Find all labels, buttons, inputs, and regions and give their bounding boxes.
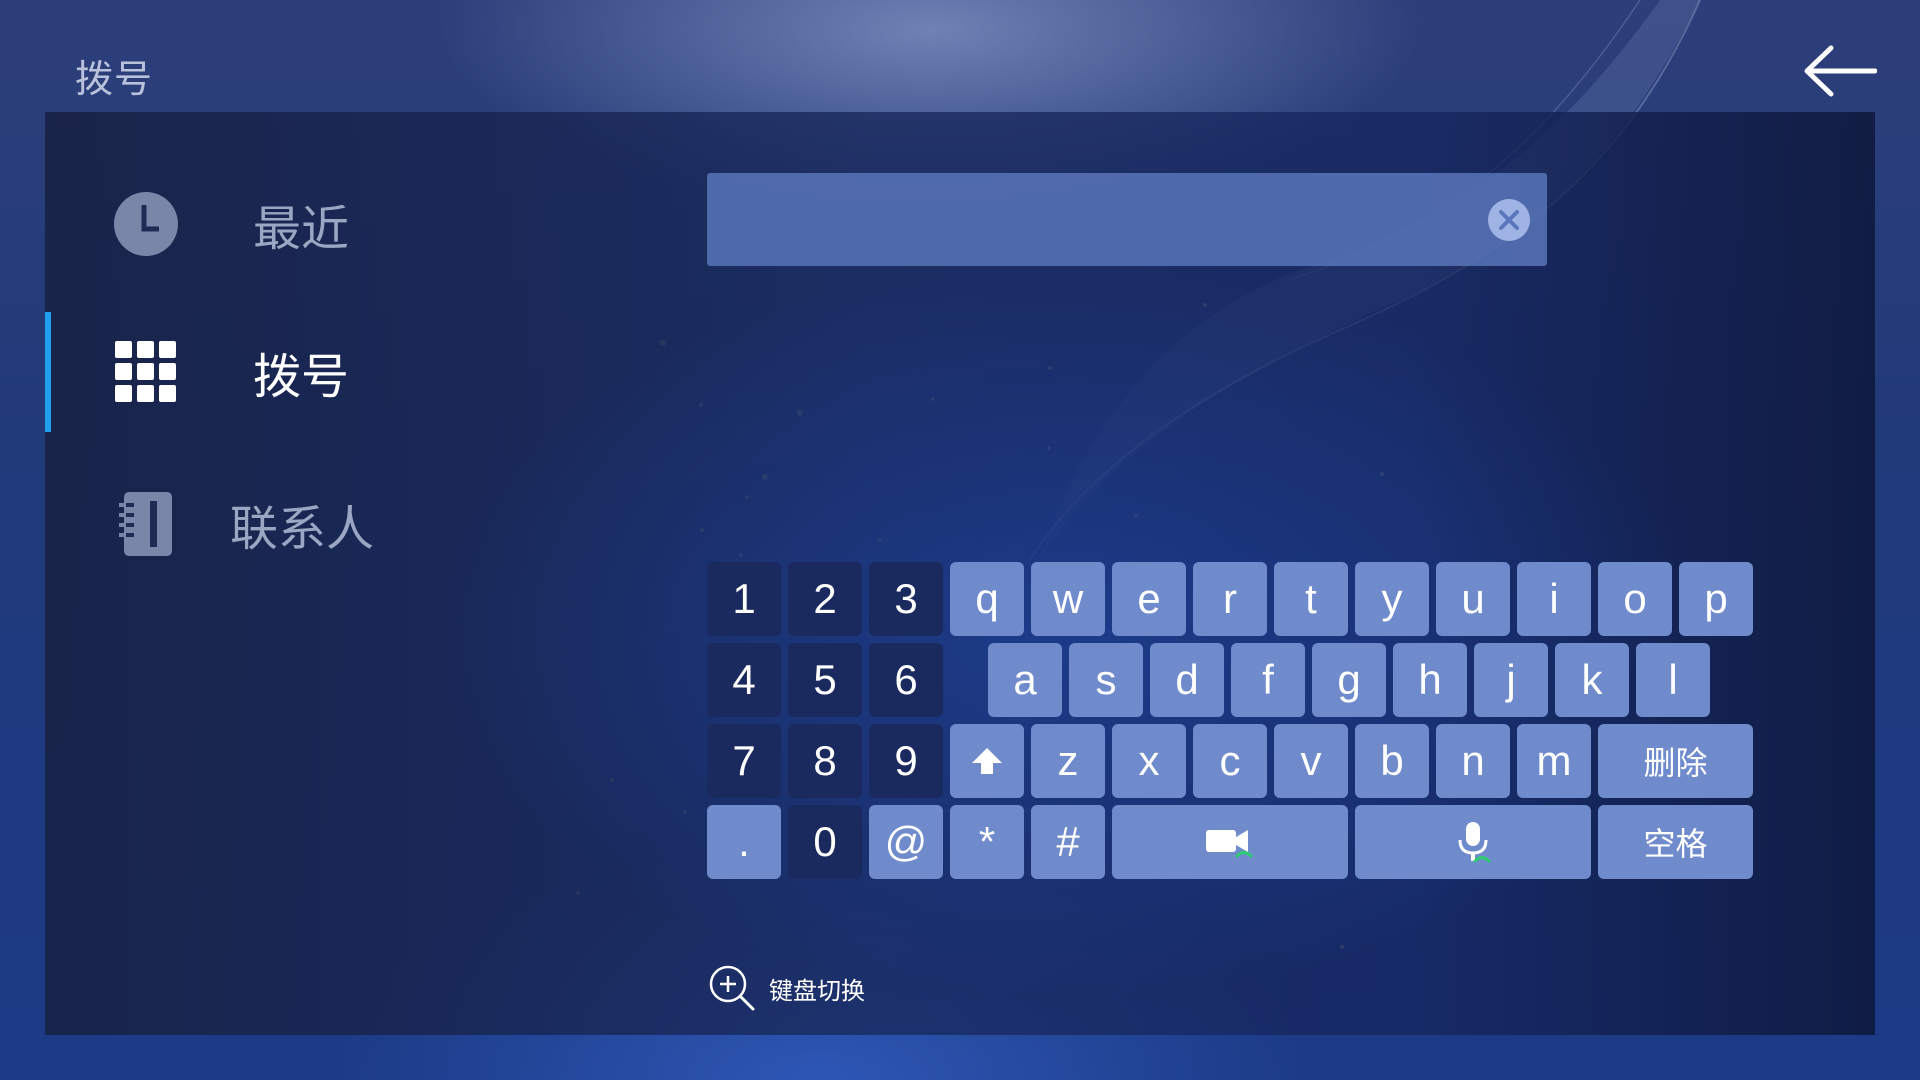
dial-input-box[interactable] bbox=[707, 173, 1547, 268]
key-h[interactable]: h bbox=[1393, 643, 1467, 717]
delete-key[interactable]: 删除 bbox=[1598, 724, 1753, 798]
key-g[interactable]: g bbox=[1312, 643, 1386, 717]
key-3[interactable]: 3 bbox=[869, 562, 943, 636]
key-d[interactable]: d bbox=[1150, 643, 1224, 717]
sidebar-item-label: 联系人 bbox=[230, 501, 375, 557]
key-e[interactable]: e bbox=[1112, 562, 1186, 636]
key-at[interactable]: @ bbox=[869, 805, 943, 879]
shift-key[interactable] bbox=[950, 724, 1024, 798]
shift-icon bbox=[972, 748, 1002, 774]
key-v[interactable]: v bbox=[1274, 724, 1348, 798]
key-star[interactable]: * bbox=[950, 805, 1024, 879]
space-key[interactable]: 空格 bbox=[1598, 805, 1753, 879]
key-i[interactable]: i bbox=[1517, 562, 1591, 636]
key-q[interactable]: q bbox=[950, 562, 1024, 636]
key-8[interactable]: 8 bbox=[788, 724, 862, 798]
key-6[interactable]: 6 bbox=[869, 643, 943, 717]
key-o[interactable]: o bbox=[1598, 562, 1672, 636]
sidebar-item-label: 拨号 bbox=[253, 349, 350, 405]
key-x[interactable]: x bbox=[1112, 724, 1186, 798]
key-y[interactable]: y bbox=[1355, 562, 1429, 636]
page-title: 拨号 bbox=[75, 57, 154, 101]
key-2[interactable]: 2 bbox=[788, 562, 862, 636]
key-w[interactable]: w bbox=[1031, 562, 1105, 636]
dial-number-input[interactable] bbox=[725, 173, 1489, 268]
key-b[interactable]: b bbox=[1355, 724, 1429, 798]
key-f[interactable]: f bbox=[1231, 643, 1305, 717]
clear-button[interactable] bbox=[1487, 198, 1531, 242]
key-5[interactable]: 5 bbox=[788, 643, 862, 717]
video-call-button[interactable] bbox=[1112, 805, 1348, 879]
key-a[interactable]: a bbox=[988, 643, 1062, 717]
dialpad-icon bbox=[107, 333, 185, 411]
video-call-icon bbox=[1206, 830, 1253, 858]
sidebar-item-contacts[interactable]: 联系人 bbox=[45, 464, 605, 584]
clear-icon bbox=[1488, 199, 1530, 241]
key-c[interactable]: c bbox=[1193, 724, 1267, 798]
sidebar-item-dial[interactable]: 拨号 bbox=[45, 312, 605, 432]
key-r[interactable]: r bbox=[1193, 562, 1267, 636]
key-0[interactable]: 0 bbox=[788, 805, 862, 879]
key-s[interactable]: s bbox=[1069, 643, 1143, 717]
key-u[interactable]: u bbox=[1436, 562, 1510, 636]
back-arrow-icon bbox=[1804, 45, 1877, 97]
back-button[interactable] bbox=[1800, 36, 1880, 106]
key-l[interactable]: l bbox=[1636, 643, 1710, 717]
sidebar-item-label: 最近 bbox=[253, 201, 350, 257]
voice-call-icon bbox=[1458, 822, 1491, 863]
key-p[interactable]: p bbox=[1679, 562, 1753, 636]
contacts-book-icon bbox=[107, 485, 185, 563]
voice-call-button[interactable] bbox=[1355, 805, 1591, 879]
key-j[interactable]: j bbox=[1474, 643, 1548, 717]
key-t[interactable]: t bbox=[1274, 562, 1348, 636]
sidebar-item-recent[interactable]: 最近 bbox=[45, 164, 605, 284]
key-k[interactable]: k bbox=[1555, 643, 1629, 717]
key-z[interactable]: z bbox=[1031, 724, 1105, 798]
zoom-plus-icon bbox=[709, 965, 755, 1011]
keyboard-switch-label: 键盘切换 bbox=[769, 976, 865, 1005]
clock-icon bbox=[107, 185, 185, 263]
key-hash[interactable]: # bbox=[1031, 805, 1105, 879]
key-dot[interactable]: . bbox=[707, 805, 781, 879]
key-n[interactable]: n bbox=[1436, 724, 1510, 798]
key-7[interactable]: 7 bbox=[707, 724, 781, 798]
key-9[interactable]: 9 bbox=[869, 724, 943, 798]
key-m[interactable]: m bbox=[1517, 724, 1591, 798]
key-1[interactable]: 1 bbox=[707, 562, 781, 636]
key-4[interactable]: 4 bbox=[707, 643, 781, 717]
keyboard-switch-button[interactable]: 键盘切换 bbox=[707, 963, 865, 1013]
